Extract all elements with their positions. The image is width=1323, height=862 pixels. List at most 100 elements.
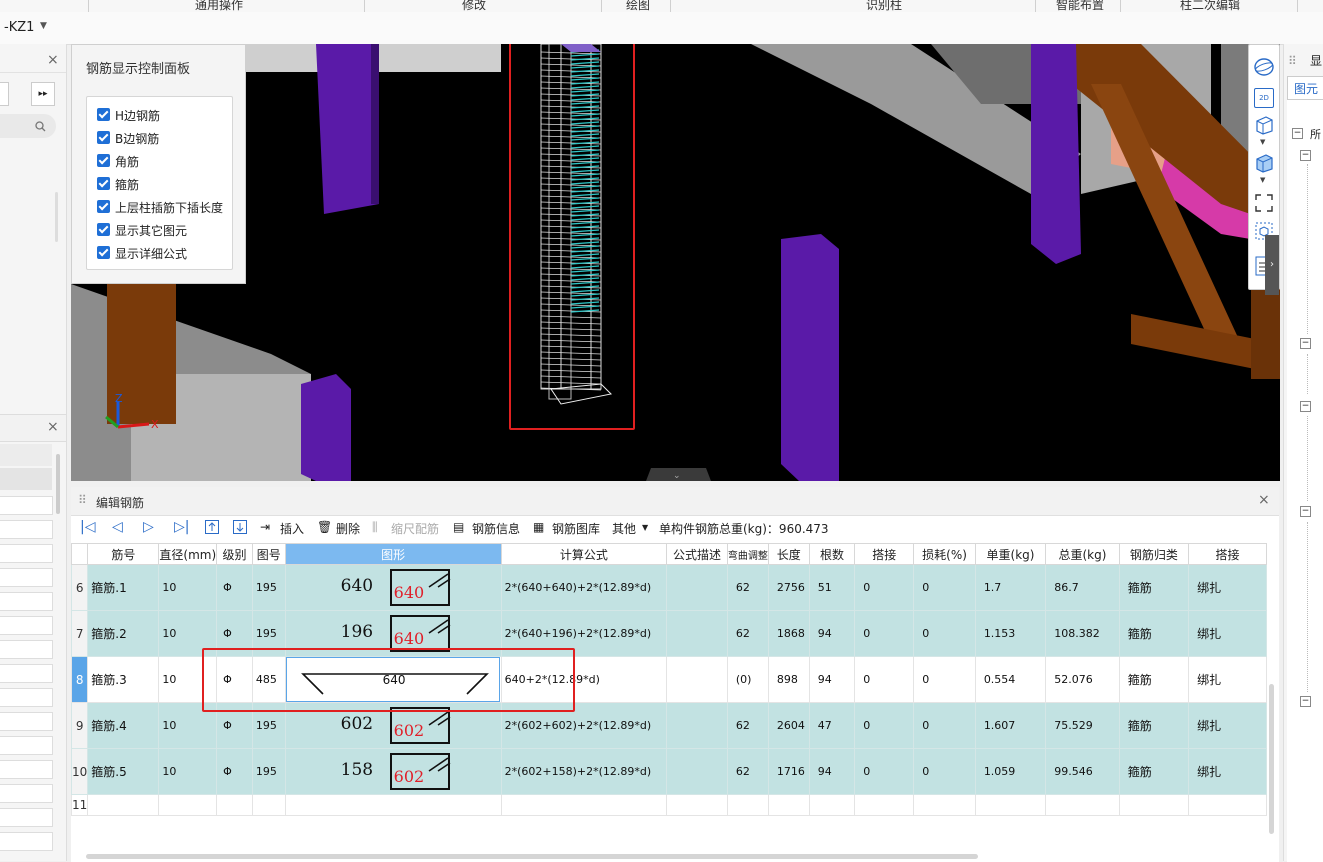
expand-button[interactable]: ▸▸ (31, 82, 55, 106)
checkbox-h-rebar[interactable] (97, 108, 110, 121)
table-cell[interactable] (1045, 794, 1120, 816)
table-cell[interactable]: 箍筋.5 (87, 748, 160, 795)
prev-record-icon[interactable]: ◁ (112, 519, 123, 535)
row-number[interactable]: 6 (70, 564, 89, 611)
table-cell[interactable]: 99.546 (1045, 748, 1120, 795)
scrollbar[interactable] (55, 192, 58, 242)
table-cell[interactable] (1188, 794, 1267, 816)
table-cell[interactable]: 箍筋 (1118, 702, 1190, 749)
table-cell[interactable]: 0 (913, 748, 976, 795)
table-cell[interactable]: 75.529 (1045, 702, 1120, 749)
table-cell[interactable]: 51 (808, 564, 856, 611)
2d-view-icon[interactable]: 2D (1254, 88, 1274, 108)
table-cell[interactable]: 1.7 (974, 564, 1047, 611)
input-field[interactable] (0, 82, 9, 106)
chevron-down-icon[interactable]: ▼ (642, 523, 648, 532)
formula-description-cell[interactable] (666, 610, 728, 657)
search-input[interactable] (0, 114, 56, 138)
table-cell[interactable]: 0.554 (974, 656, 1047, 703)
last-record-icon[interactable]: ▷| (174, 519, 189, 535)
library-icon[interactable]: ▦ (533, 520, 544, 534)
table-cell[interactable]: 94 (808, 610, 856, 657)
table-cell[interactable]: 0 (854, 610, 915, 657)
trash-icon[interactable]: 🗑 (317, 520, 332, 534)
column-header[interactable] (70, 543, 89, 565)
table-cell[interactable] (767, 794, 810, 816)
table-cell[interactable]: 绑扎 (1188, 748, 1267, 795)
column-header[interactable]: 损耗(%) (913, 543, 976, 565)
table-cell[interactable]: 10 (158, 564, 218, 611)
tree-item[interactable]: 所 (1310, 126, 1321, 142)
close-icon[interactable]: × (1258, 492, 1270, 508)
close-icon[interactable]: × (47, 52, 59, 68)
orbit-icon[interactable] (1253, 57, 1275, 77)
table-cell[interactable]: 0 (854, 656, 915, 703)
column-header[interactable]: 单重(kg) (974, 543, 1047, 565)
table-cell[interactable]: 0 (854, 748, 915, 795)
table-cell[interactable] (666, 794, 728, 816)
table-cell[interactable]: 1.153 (974, 610, 1047, 657)
table-cell[interactable]: 2*(602+158)+2*(12.89*d) (500, 748, 668, 795)
column-header[interactable]: 弯曲调整 (726, 543, 769, 565)
table-cell[interactable] (158, 794, 218, 816)
column-header[interactable]: 图形 (284, 543, 502, 565)
formula-description-cell[interactable] (666, 702, 728, 749)
table-cell[interactable]: 绑扎 (1188, 702, 1267, 749)
table-cell[interactable] (854, 794, 915, 816)
table-row[interactable]: 6 箍筋.1 10 Φ 195 640 640 2*(640+640)+2*(12.89*d)… (70, 564, 1267, 611)
column-header[interactable]: 筋号 (87, 543, 160, 565)
move-down-icon[interactable] (233, 520, 247, 534)
3d-viewport[interactable]: Z X ⌄ (71, 44, 1280, 481)
table-cell[interactable]: 0 (913, 702, 976, 749)
table-cell[interactable] (251, 794, 286, 816)
table-cell[interactable] (1118, 794, 1190, 816)
table-cell[interactable]: 195 (251, 748, 286, 795)
table-cell[interactable]: 0 (854, 564, 915, 611)
cube-view-icon[interactable] (1254, 115, 1274, 135)
checkbox-b-rebar[interactable] (97, 131, 110, 144)
column-header[interactable]: 计算公式 (500, 543, 668, 565)
table-cell[interactable]: 绑扎 (1188, 610, 1267, 657)
drag-handle-icon[interactable]: ⠿ (78, 493, 87, 507)
table-cell[interactable] (974, 794, 1047, 816)
table-cell[interactable]: 1868 (767, 610, 810, 657)
table-cell[interactable] (913, 794, 976, 816)
row-number[interactable]: 11 (70, 794, 89, 816)
table-cell[interactable] (500, 794, 668, 816)
table-cell[interactable]: 62 (726, 702, 769, 749)
checkbox-upper-dowel[interactable] (97, 200, 110, 213)
table-cell[interactable]: 箍筋.2 (87, 610, 160, 657)
column-header[interactable]: 级别 (216, 543, 253, 565)
checkbox-show-other[interactable] (97, 223, 110, 236)
table-cell[interactable]: 箍筋 (1118, 748, 1190, 795)
table-cell[interactable]: 2*(640+640)+2*(12.89*d) (500, 564, 668, 611)
other-dropdown[interactable]: 其他 (612, 520, 636, 537)
column-header[interactable]: 长度 (767, 543, 810, 565)
info-icon[interactable]: ▤ (453, 520, 464, 534)
rebar-library-button[interactable]: 钢筋图库 (552, 520, 600, 537)
table-cell[interactable]: 0 (854, 702, 915, 749)
first-record-icon[interactable]: |◁ (80, 519, 95, 535)
column-header[interactable]: 图号 (251, 543, 286, 565)
delete-button[interactable]: 删除 (336, 520, 360, 537)
grade-cell[interactable]: Φ (216, 564, 253, 611)
next-record-icon[interactable]: ▷ (143, 519, 154, 535)
table-cell[interactable]: 898 (767, 656, 810, 703)
table-cell[interactable]: 10 (158, 748, 218, 795)
table-cell[interactable]: 1.607 (974, 702, 1047, 749)
chevron-down-icon[interactable]: ▼ (40, 21, 47, 31)
table-cell[interactable]: 94 (808, 656, 856, 703)
close-icon[interactable]: × (47, 419, 59, 435)
table-cell[interactable]: 箍筋.3 (87, 656, 160, 703)
table-cell[interactable]: 1.059 (974, 748, 1047, 795)
row-number[interactable]: 9 (70, 702, 89, 749)
table-cell[interactable]: 箍筋.4 (87, 702, 160, 749)
rebar-info-button[interactable]: 钢筋信息 (472, 520, 520, 537)
table-cell[interactable] (726, 794, 769, 816)
table-cell[interactable]: 1716 (767, 748, 810, 795)
column-header[interactable]: 根数 (808, 543, 856, 565)
table-cell[interactable]: 绑扎 (1188, 656, 1267, 703)
column-header[interactable]: 总重(kg) (1045, 543, 1120, 565)
table-cell[interactable]: 195 (251, 564, 286, 611)
cube-shaded-icon[interactable] (1254, 153, 1274, 173)
